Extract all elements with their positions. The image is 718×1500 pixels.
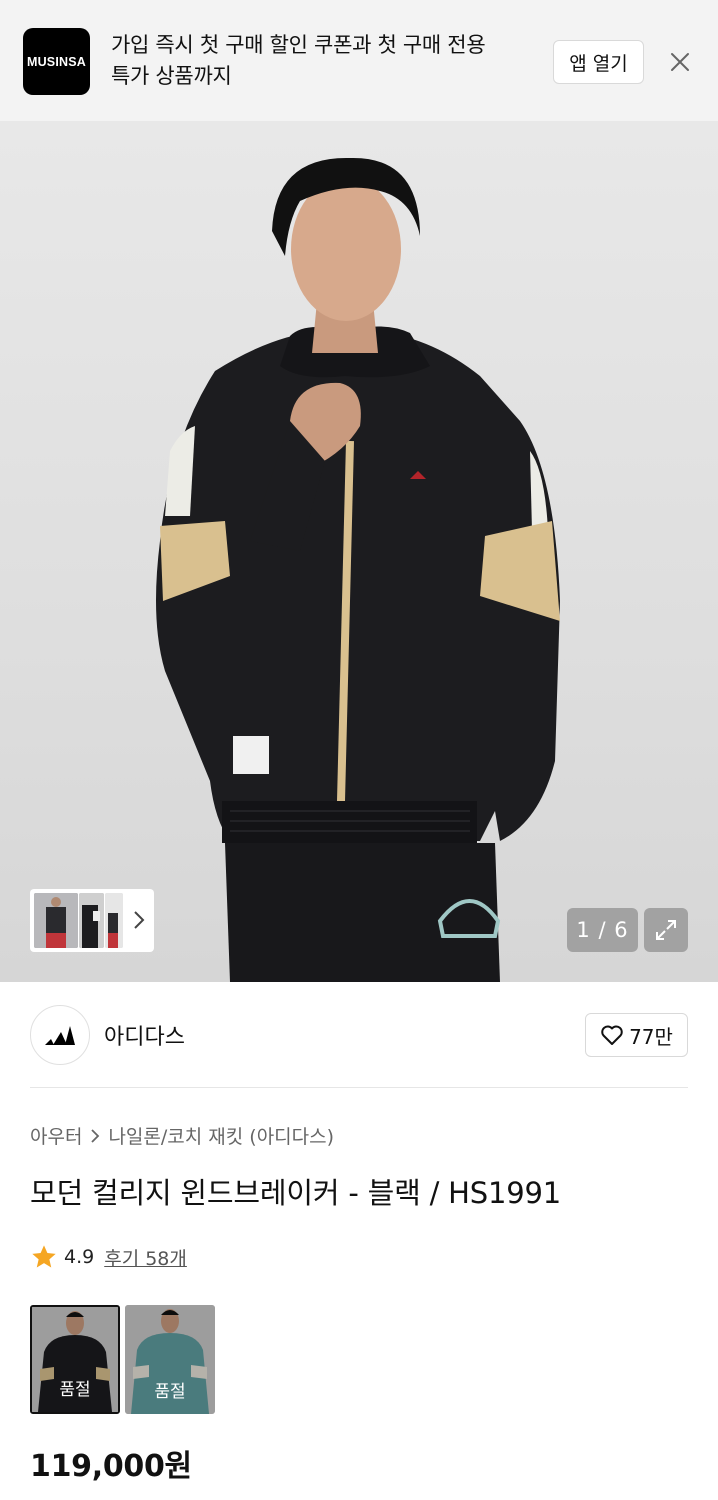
adidas-logo[interactable]: [30, 1005, 90, 1065]
heart-icon: [601, 1025, 623, 1045]
banner-message: 가입 즉시 첫 구매 할인 쿠폰과 첫 구매 전용 특가 상품까지: [111, 30, 531, 92]
breadcrumb-item-outer[interactable]: 아우터: [30, 1122, 82, 1149]
variant-teal[interactable]: 품절: [125, 1305, 215, 1414]
open-app-button[interactable]: 앱 열기: [553, 40, 644, 84]
breadcrumb: 아우터 나일론/코치 재킷 (아디다스): [30, 1122, 334, 1149]
expand-icon[interactable]: [644, 908, 688, 952]
thumbnail-1[interactable]: [34, 893, 78, 948]
star-icon: [32, 1245, 56, 1268]
rating-score: 4.9: [64, 1246, 95, 1268]
app-install-banner: MUSINSA 가입 즉시 첫 구매 할인 쿠폰과 첫 구매 전용 특가 상품까…: [0, 0, 718, 121]
chevron-right-icon: [91, 1128, 100, 1143]
like-button[interactable]: 77만: [585, 1013, 688, 1057]
product-price: 119,000원: [30, 1449, 192, 1484]
soldout-label: 품절: [125, 1305, 215, 1414]
close-icon[interactable]: [666, 48, 694, 76]
breadcrumb-item-category[interactable]: 나일론/코치 재킷 (아디다스): [108, 1122, 334, 1149]
logo-text: MUSINSA: [26, 54, 87, 69]
product-title: 모던 컬리지 윈드브레이커 - 블랙 / HS1991: [30, 1176, 562, 1210]
rating: 4.9 후기 58개: [30, 1243, 187, 1271]
musinsa-logo: MUSINSA: [23, 28, 90, 95]
banner-message-line2: 특가 상품까지: [111, 64, 232, 88]
color-variants: 품절 품절: [30, 1305, 215, 1414]
image-counter: 1 / 6: [567, 908, 638, 952]
soldout-label: 품절: [32, 1307, 118, 1412]
thumbnail-2[interactable]: [79, 893, 104, 948]
product-image-gallery[interactable]: 1 / 6: [0, 121, 718, 982]
divider: [30, 1087, 688, 1088]
like-count: 77만: [629, 1024, 673, 1049]
brand-name[interactable]: 아디다스: [104, 1019, 185, 1051]
chevron-right-icon[interactable]: [133, 910, 145, 934]
variant-black[interactable]: 품절: [30, 1305, 120, 1414]
banner-message-line1: 가입 즉시 첫 구매 할인 쿠폰과 첫 구매 전용: [111, 33, 486, 57]
reviews-link[interactable]: 후기 58개: [104, 1244, 187, 1271]
brand-row: 아디다스 77만: [30, 1005, 688, 1065]
thumbnail-strip[interactable]: [30, 889, 154, 952]
product-photo: [156, 157, 560, 982]
thumbnail-3[interactable]: [105, 893, 123, 948]
